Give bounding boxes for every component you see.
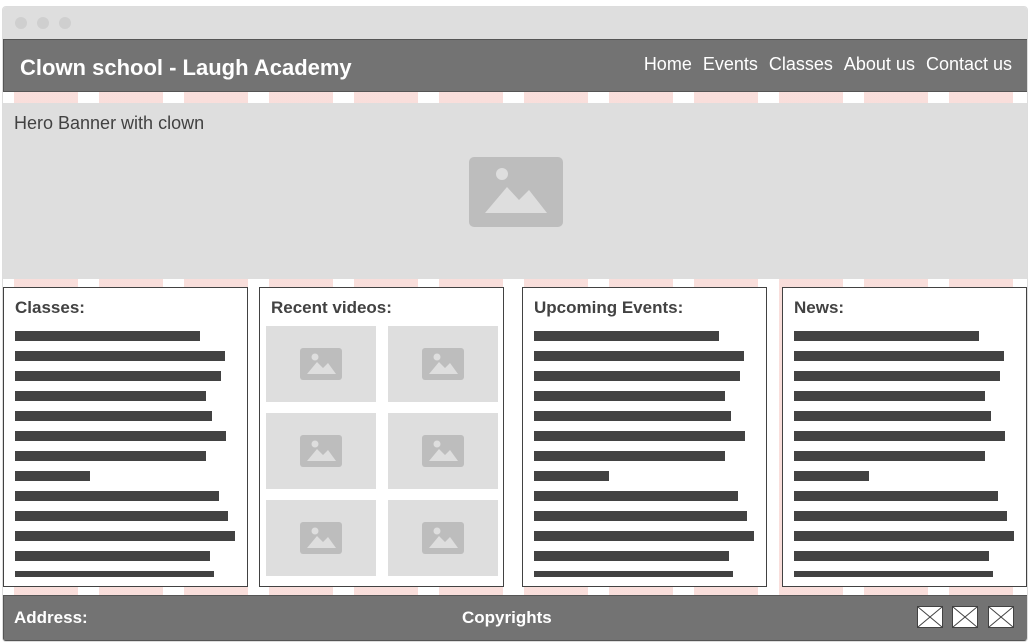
video-thumbnail[interactable] (388, 413, 498, 489)
text-line (15, 371, 221, 381)
nav-events[interactable]: Events (703, 54, 758, 75)
classes-panel: Classes: (3, 287, 248, 587)
social-link-icon[interactable] (952, 606, 978, 628)
text-line (15, 411, 212, 421)
text-line (15, 551, 210, 561)
text-line (15, 471, 90, 481)
text-line (15, 571, 214, 577)
hero-banner: Hero Banner with clown (3, 103, 1027, 279)
text-line (794, 351, 1004, 361)
video-thumbnail-icon (422, 348, 464, 380)
video-thumbnail-icon (300, 435, 342, 467)
text-line (15, 331, 200, 341)
upcoming-events-title: Upcoming Events: (534, 298, 684, 317)
text-line (794, 451, 985, 461)
placeholder-x-icon (989, 607, 1013, 627)
text-line (534, 491, 738, 501)
text-line (15, 431, 226, 441)
events-text-block (534, 331, 754, 577)
video-thumbnail-icon (300, 522, 342, 554)
classes-title: Classes: (15, 298, 85, 317)
text-line (794, 471, 869, 481)
text-line (794, 491, 998, 501)
text-line (534, 471, 609, 481)
social-link-icon[interactable] (917, 606, 943, 628)
text-line (794, 531, 1014, 541)
hero-label: Hero Banner with clown (14, 113, 205, 133)
text-line (794, 511, 1007, 521)
footer-copyrights: Copyrights (462, 608, 552, 627)
site-header: Clown school - Laugh Academy Home Events… (3, 39, 1027, 92)
text-line (794, 411, 991, 421)
upcoming-events-panel: Upcoming Events: (522, 287, 767, 587)
text-line (794, 391, 985, 401)
text-line (794, 371, 1000, 381)
video-thumbnail-icon (422, 435, 464, 467)
text-line (534, 511, 747, 521)
text-line (15, 531, 235, 541)
text-line (534, 571, 733, 577)
video-thumbnail[interactable] (388, 326, 498, 402)
nav-contact-us[interactable]: Contact us (926, 54, 1012, 75)
nav-home[interactable]: Home (644, 54, 692, 75)
video-thumbnail-icon (300, 348, 342, 380)
text-line (15, 391, 206, 401)
text-line (534, 411, 731, 421)
window-close-dot[interactable] (15, 17, 27, 29)
text-line (534, 531, 754, 541)
footer-address: Address: (14, 608, 88, 627)
image-placeholder-icon (469, 157, 563, 227)
text-line (534, 351, 744, 361)
placeholder-x-icon (918, 607, 942, 627)
text-line (794, 431, 1005, 441)
text-line (534, 551, 729, 561)
video-thumbnail[interactable] (266, 500, 376, 576)
text-line (794, 331, 979, 341)
video-thumbnail-icon (422, 522, 464, 554)
text-line (15, 351, 225, 361)
text-line (794, 571, 993, 577)
main-nav: Home Events Classes About us Contact us (644, 54, 1012, 75)
text-line (534, 391, 725, 401)
nav-about-us[interactable]: About us (844, 54, 915, 75)
nav-classes[interactable]: Classes (769, 54, 833, 75)
text-line (534, 431, 745, 441)
classes-text-block (15, 331, 235, 577)
text-line (534, 451, 725, 461)
text-line (534, 371, 740, 381)
window-titlebar (3, 7, 1027, 39)
window-minimize-dot[interactable] (37, 17, 49, 29)
text-line (15, 491, 219, 501)
news-panel: News: (782, 287, 1027, 587)
browser-window: Clown school - Laugh Academy Home Events… (2, 6, 1028, 642)
video-thumbnail[interactable] (266, 326, 376, 402)
window-maximize-dot[interactable] (59, 17, 71, 29)
news-title: News: (794, 298, 845, 317)
site-footer: Address: Copyrights (3, 595, 1027, 641)
site-title[interactable]: Clown school - Laugh Academy (20, 55, 352, 81)
recent-videos-panel: Recent videos: (259, 287, 504, 587)
video-thumbnail[interactable] (388, 500, 498, 576)
text-line (794, 551, 989, 561)
placeholder-x-icon (953, 607, 977, 627)
recent-videos-title: Recent videos: (271, 298, 392, 317)
social-link-icon[interactable] (988, 606, 1014, 628)
text-line (15, 511, 228, 521)
text-line (15, 451, 206, 461)
news-text-block (794, 331, 1014, 577)
video-thumbnail[interactable] (266, 413, 376, 489)
text-line (534, 331, 719, 341)
